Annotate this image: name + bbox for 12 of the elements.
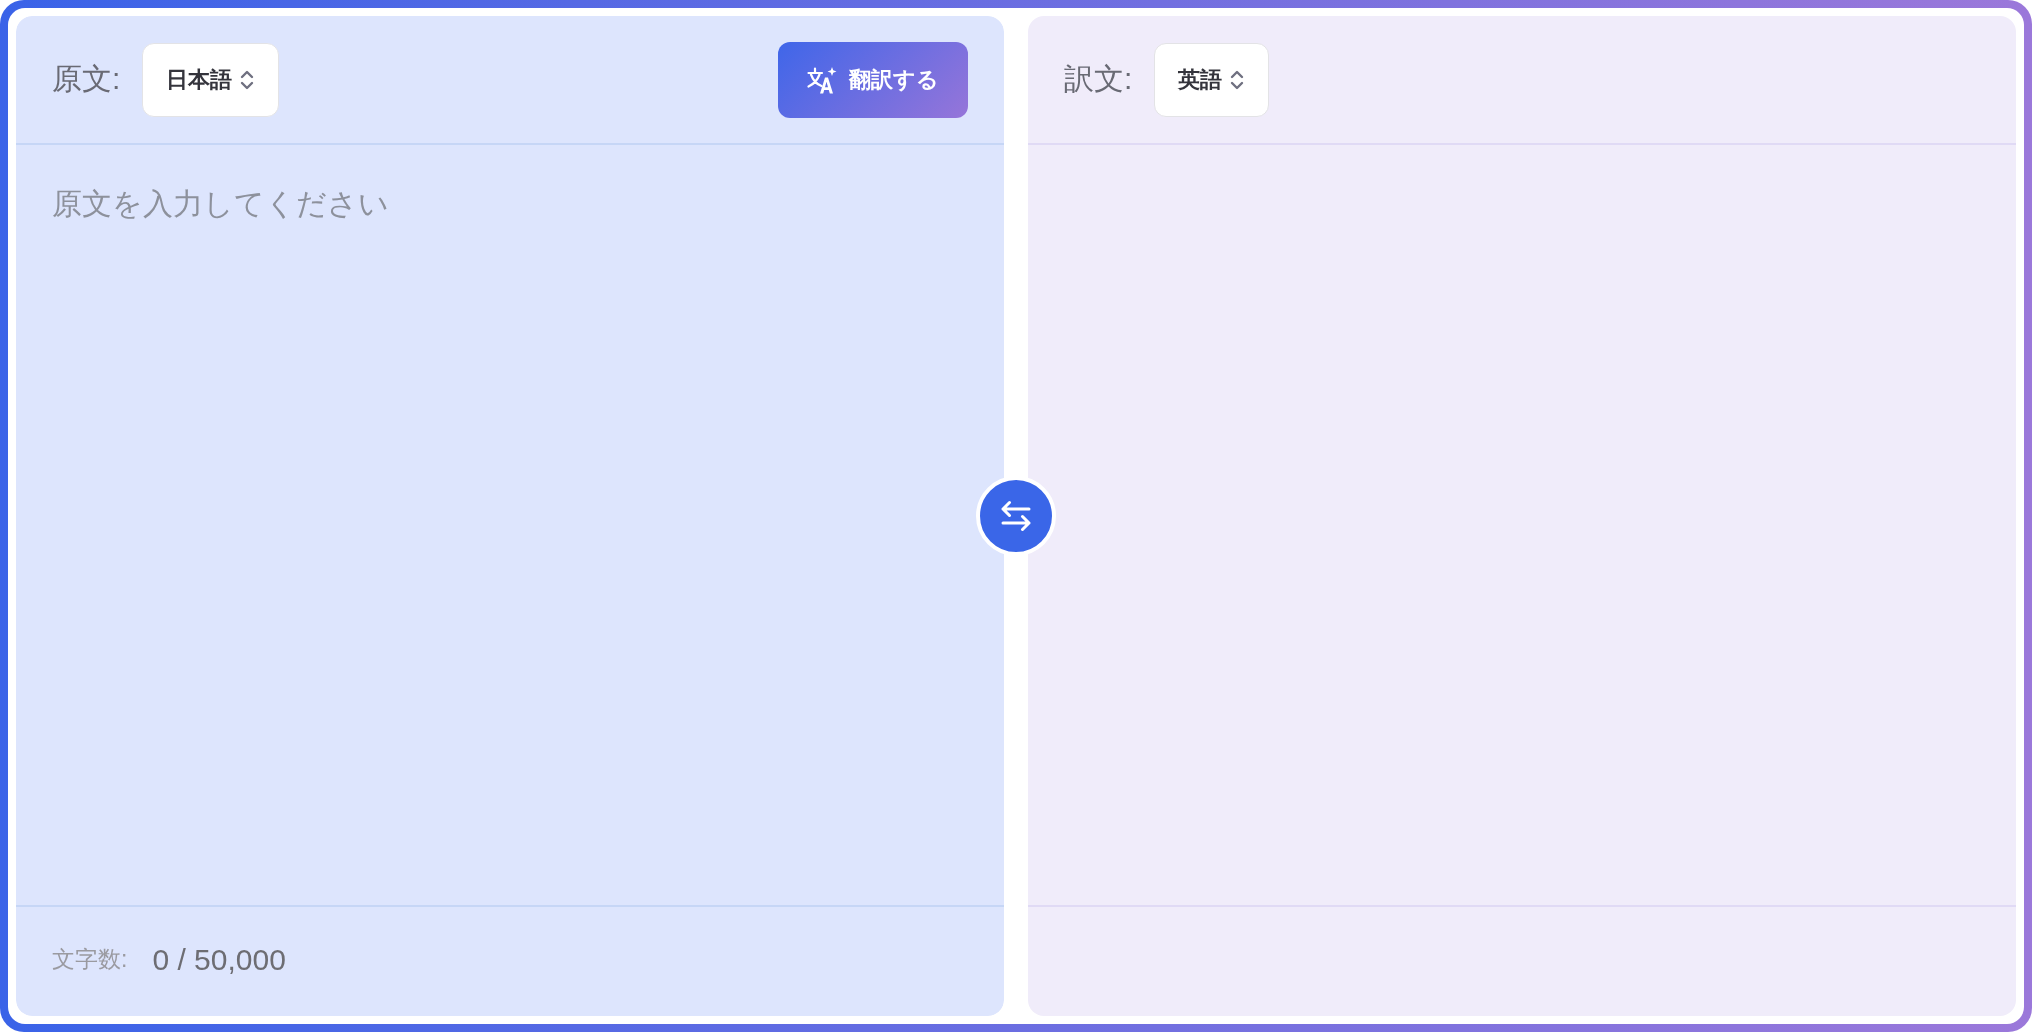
- language-select[interactable]: 英語: [1154, 42, 1270, 117]
- target-label: 訳文:: [1064, 61, 1133, 97]
- updown-chevron-icon: [239, 68, 256, 91]
- char-count: 0 / 50,000: [152, 942, 286, 977]
- language-select[interactable]: 日本語: [142, 42, 280, 117]
- translate-icon: [807, 65, 837, 94]
- swap-icon: [1000, 499, 1032, 533]
- source-text-field[interactable]: 原文を入力してください: [16, 145, 1004, 905]
- source-label: 原文:: [52, 61, 121, 97]
- char-count-label: 文字数:: [52, 945, 128, 974]
- updown-chevron-icon: [1229, 68, 1246, 91]
- translate-button[interactable]: 翻訳する: [778, 41, 968, 118]
